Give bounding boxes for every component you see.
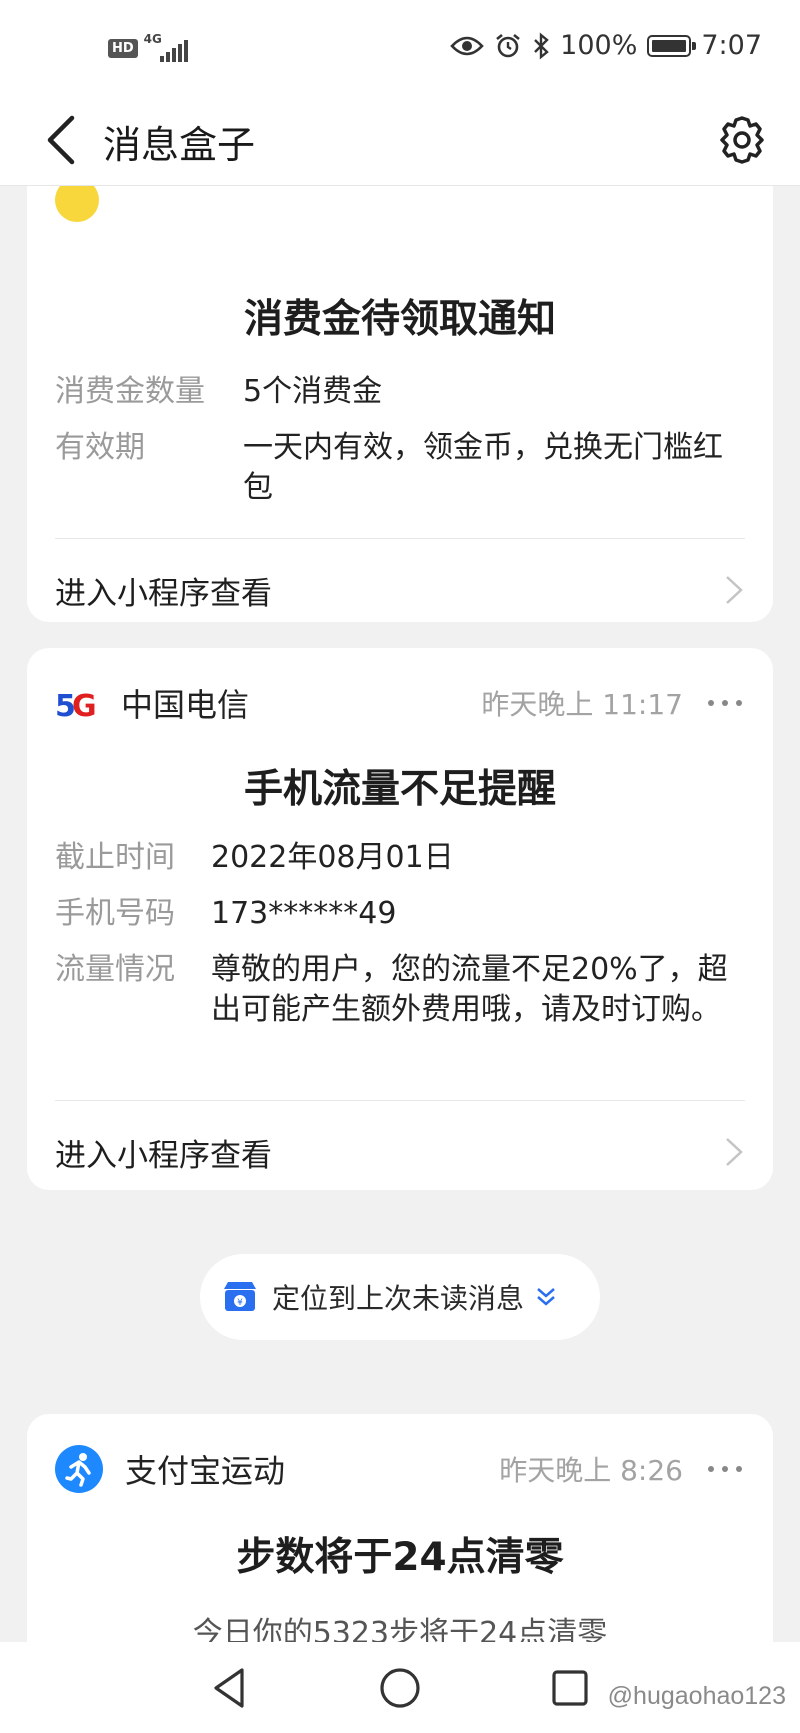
svg-text:¥: ¥ — [237, 1298, 243, 1308]
jump-to-unread-button[interactable]: ¥ 定位到上次未读消息 — [200, 1254, 600, 1340]
nav-home-icon[interactable] — [376, 1664, 424, 1712]
gear-icon[interactable] — [712, 110, 772, 170]
field-label: 流量情况 — [55, 952, 175, 987]
field-label: 消费金数量 — [55, 374, 205, 409]
open-miniprogram-link[interactable]: 进入小程序查看 — [55, 1122, 745, 1182]
card-title: 消费金待领取通知 — [243, 297, 556, 342]
jump-label: 定位到上次未读消息 — [272, 1282, 525, 1315]
svg-text:G: G — [72, 689, 97, 722]
store-icon: ¥ — [224, 1282, 256, 1311]
page-title: 消息盒子 — [103, 123, 256, 167]
open-miniprogram-link[interactable]: 进入小程序查看 — [55, 560, 745, 620]
field-value: 173******49 — [211, 896, 397, 931]
message-source: 5 G 中国电信 昨天晚上 11:17 — [55, 678, 745, 728]
battery-icon — [647, 34, 697, 57]
field-label: 手机号码 — [55, 896, 175, 931]
field-row: 消费金数量 5个消费金 — [55, 372, 743, 412]
double-chevron-down-icon — [537, 1288, 555, 1306]
field-label: 截止时间 — [55, 840, 175, 875]
system-nav-bar: @hugaohao123 — [0, 1642, 800, 1733]
divider — [55, 1100, 745, 1101]
field-label: 有效期 — [55, 430, 145, 465]
clock: 7:07 — [701, 30, 762, 61]
alipay-sport-logo — [55, 1445, 103, 1493]
more-options-icon[interactable] — [705, 698, 745, 708]
more-options-icon[interactable] — [705, 1464, 745, 1474]
watermark: @hugaohao123 — [607, 1682, 786, 1710]
card-title: 步数将于24点清零 — [236, 1535, 564, 1580]
nav-back-icon[interactable] — [206, 1664, 254, 1712]
field-row: 截止时间 2022年08月01日 — [55, 838, 743, 878]
message-source: 支付宝运动 昨天晚上 8:26 — [55, 1444, 745, 1494]
header: 消息盒子 — [0, 96, 800, 186]
field-row: 流量情况 尊敬的用户，您的流量不足20%了，超出可能产生额外费用哦，请及时订购。 — [55, 950, 743, 1030]
nav-recents-icon[interactable] — [546, 1664, 594, 1712]
back-arrow-icon[interactable] — [34, 110, 94, 170]
chevron-right-icon — [726, 576, 743, 604]
message-time: 昨天晚上 8:26 — [499, 1454, 683, 1487]
message-card-alipay-sport: 支付宝运动 昨天晚上 8:26 步数将于24点清零 今日你的5323步将于24点… — [27, 1414, 773, 1642]
status-bar: HD 4G 100% 7:07 — [0, 0, 800, 96]
divider — [55, 538, 745, 539]
card-title: 手机流量不足提醒 — [243, 767, 556, 812]
message-list[interactable]: 消费金待领取通知 消费金数量 5个消费金 有效期 一天内有效，领金币，兑换无门槛… — [0, 186, 800, 1642]
battery-percent: 100% — [560, 30, 638, 61]
source-avatar — [55, 186, 99, 222]
field-value: 5个消费金 — [243, 374, 383, 409]
source-name: 中国电信 — [121, 686, 250, 724]
field-value: 一天内有效，领金币，兑换无门槛红包 — [243, 430, 723, 505]
message-time: 昨天晚上 11:17 — [481, 688, 683, 721]
field-value: 2022年08月01日 — [211, 840, 454, 875]
field-row: 手机号码 173******49 — [55, 894, 743, 934]
message-card-telecom: 5 G 中国电信 昨天晚上 11:17 手机流量不足提醒 截止时间 2022年0… — [27, 648, 773, 1190]
field-row: 有效期 一天内有效，领金币，兑换无门槛红包 — [55, 428, 743, 508]
link-label: 进入小程序查看 — [55, 575, 272, 612]
hd-badge: HD — [108, 38, 138, 58]
message-card-consumption: 消费金待领取通知 消费金数量 5个消费金 有效期 一天内有效，领金币，兑换无门槛… — [27, 186, 773, 622]
source-name: 支付宝运动 — [125, 1452, 286, 1490]
field-value: 尊敬的用户，您的流量不足20%了，超出可能产生额外费用哦，请及时订购。 — [211, 952, 728, 1027]
china-telecom-5g-logo: 5 G — [55, 689, 97, 722]
chevron-right-icon — [726, 1138, 743, 1166]
alarm-icon — [496, 33, 520, 57]
link-label: 进入小程序查看 — [55, 1137, 272, 1174]
signal-icon: 4G — [144, 32, 188, 62]
eye-icon — [450, 36, 484, 55]
message-body-partial: 今日你的5323步将于24点清零 — [192, 1616, 608, 1642]
bluetooth-icon — [534, 31, 549, 60]
